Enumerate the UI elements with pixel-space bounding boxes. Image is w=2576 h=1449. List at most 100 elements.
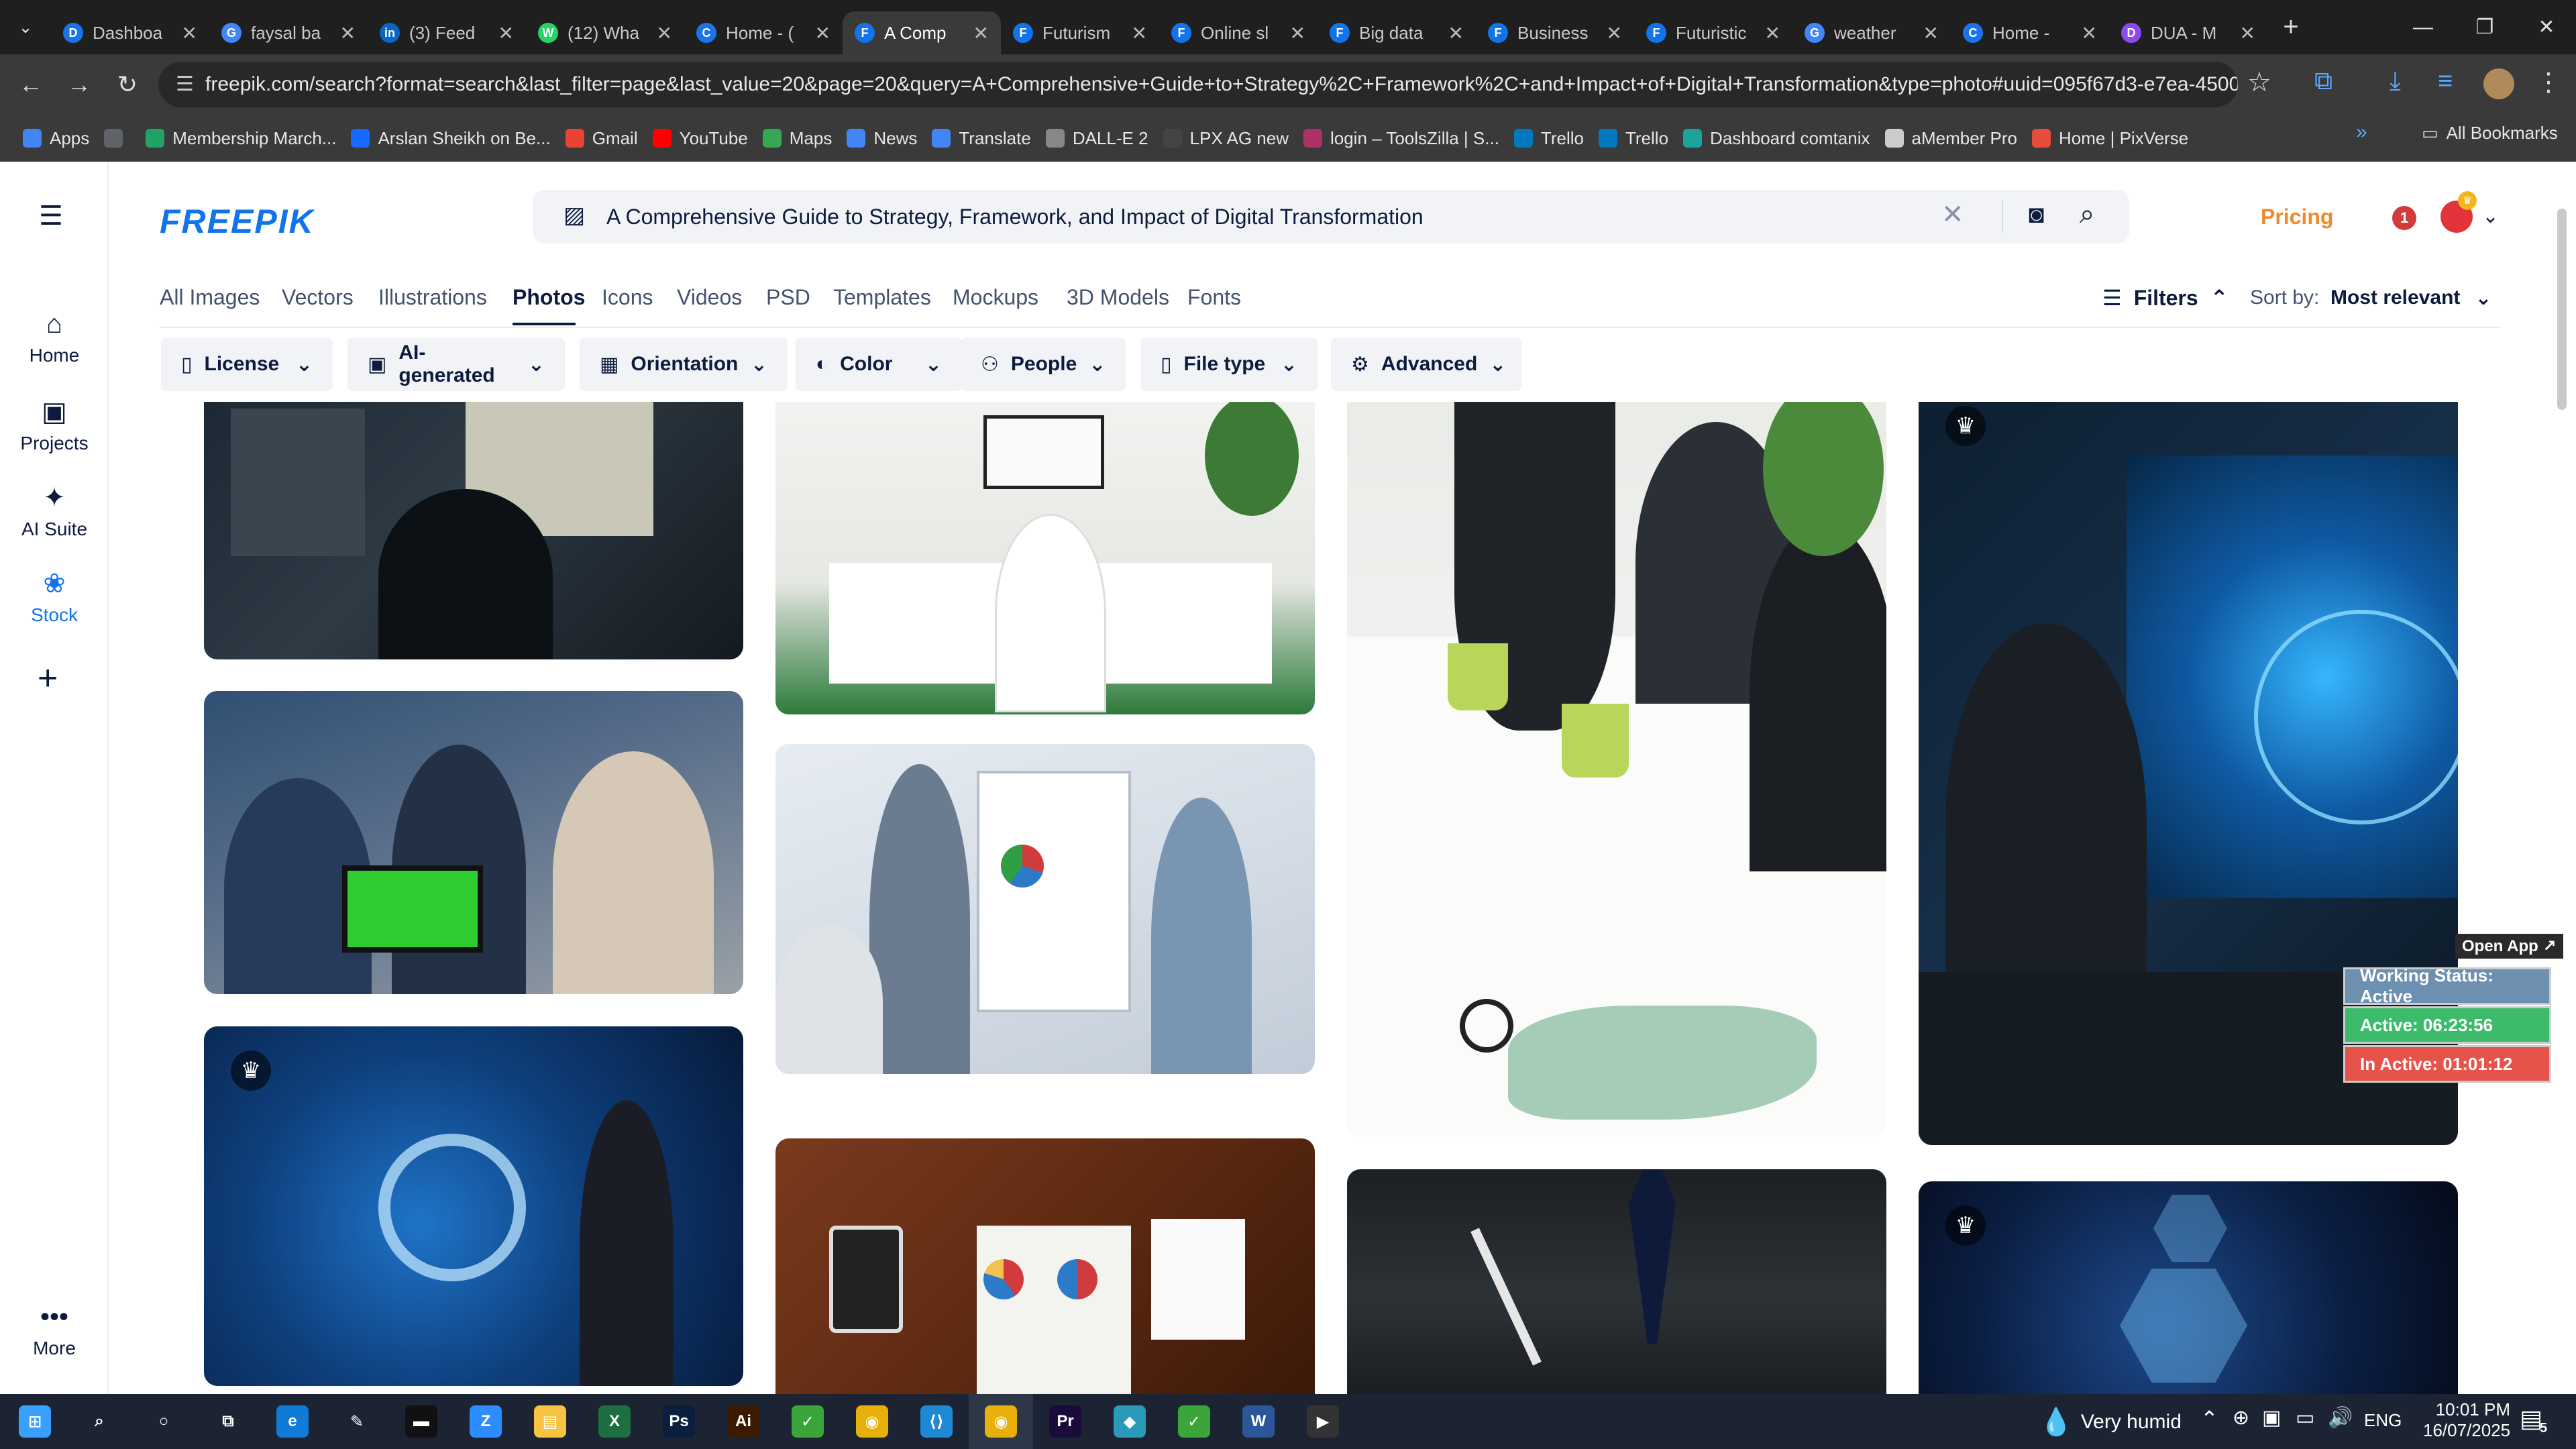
- extensions-icon[interactable]: ⧉: [2314, 67, 2332, 96]
- tab-close-icon[interactable]: ✕: [1607, 22, 1622, 44]
- tab-close-icon[interactable]: ✕: [182, 22, 197, 44]
- photo-card[interactable]: [1347, 402, 1886, 1137]
- filter-license[interactable]: ▯ License ⌄: [161, 337, 333, 391]
- taskbar-app-green2[interactable]: ✓: [1162, 1394, 1226, 1449]
- tab-close-icon[interactable]: ✕: [1448, 22, 1464, 44]
- tray-volume-icon[interactable]: 🔊: [2328, 1406, 2353, 1430]
- bookmark-item[interactable]: Arslan Sheikh on Be...: [351, 128, 551, 149]
- taskbar-app-teal[interactable]: ◆: [1097, 1394, 1162, 1449]
- bookmark-item[interactable]: Home | PixVerse: [2032, 128, 2188, 149]
- search-input[interactable]: A Comprehensive Guide to Strategy, Frame…: [606, 205, 1424, 229]
- tab-icons[interactable]: Icons: [602, 285, 653, 310]
- tab-fonts[interactable]: Fonts: [1187, 285, 1241, 310]
- bookmark-item[interactable]: Trello: [1598, 128, 1668, 149]
- search-icon[interactable]: ⌕: [2080, 199, 2094, 229]
- filter-orientation[interactable]: ▦ Orientation ⌄: [580, 337, 788, 391]
- taskbar-chrome[interactable]: ◉: [840, 1394, 904, 1449]
- photo-card[interactable]: [1347, 1169, 1886, 1394]
- site-info-icon[interactable]: ☰: [176, 72, 194, 96]
- bookmark-star-icon[interactable]: ☆: [2247, 67, 2271, 98]
- add-icon[interactable]: +: [38, 658, 58, 698]
- taskbar-media[interactable]: ▶: [1291, 1394, 1355, 1449]
- profile-avatar[interactable]: [2483, 68, 2514, 99]
- browser-menu-icon[interactable]: ⋮: [2536, 67, 2561, 97]
- tab-photos[interactable]: Photos: [513, 285, 585, 310]
- taskbar-zoom[interactable]: Z: [453, 1394, 518, 1449]
- hamburger-menu-icon[interactable]: ☰: [39, 201, 63, 231]
- minimize-button[interactable]: —: [2392, 0, 2454, 54]
- filter-color[interactable]: ◐ Color ⌄: [796, 337, 962, 391]
- tab-illustrations[interactable]: Illustrations: [378, 285, 487, 310]
- filter-file-type[interactable]: ▯ File type ⌄: [1140, 337, 1318, 391]
- filters-toggle[interactable]: ☰ Filters ⌃: [2102, 285, 2229, 311]
- browser-tab[interactable]: C Home - ✕: [1951, 11, 2109, 54]
- nav-item-projects[interactable]: ▣ Projects: [0, 396, 109, 454]
- clock[interactable]: 10:01 PM 16/07/2025: [2423, 1399, 2510, 1441]
- maximize-button[interactable]: ❐: [2454, 0, 2516, 54]
- browser-tab[interactable]: W (12) Wha ✕: [526, 11, 684, 54]
- taskbar-start[interactable]: ⊞: [3, 1394, 67, 1449]
- tray-camera-icon[interactable]: ▣: [2262, 1406, 2281, 1430]
- page-scrollbar[interactable]: [2557, 209, 2567, 410]
- taskbar-word[interactable]: W: [1226, 1394, 1291, 1449]
- tab-search-button[interactable]: ⌄: [0, 0, 51, 54]
- taskbar-explorer[interactable]: ▤: [518, 1394, 582, 1449]
- bookmark-item[interactable]: [104, 129, 131, 148]
- notification-bell-icon[interactable]: 1: [2392, 206, 2416, 230]
- language-indicator[interactable]: ENG: [2364, 1410, 2402, 1431]
- tab-close-icon[interactable]: ✕: [815, 22, 830, 44]
- taskbar-terminal[interactable]: ▬: [389, 1394, 453, 1449]
- close-window-button[interactable]: ✕: [2516, 0, 2576, 54]
- bookmark-item[interactable]: Maps: [762, 128, 832, 149]
- image-type-icon[interactable]: ▨: [564, 202, 585, 229]
- back-button[interactable]: ←: [7, 60, 55, 109]
- filter-advanced[interactable]: ⚙ Advanced ⌄: [1331, 337, 1521, 391]
- bookmark-item[interactable]: Gmail: [565, 128, 638, 149]
- taskbar-premiere[interactable]: Pr: [1033, 1394, 1097, 1449]
- taskbar-edge[interactable]: e: [260, 1394, 325, 1449]
- bookmark-item[interactable]: Apps: [23, 128, 89, 149]
- browser-tab[interactable]: G weather ✕: [1792, 11, 1951, 54]
- all-bookmarks-button[interactable]: ▭ All Bookmarks: [2422, 123, 2558, 144]
- bookmark-item[interactable]: News: [847, 128, 917, 149]
- bookmark-item[interactable]: Translate: [932, 128, 1031, 149]
- taskbar-photoshop[interactable]: Ps: [647, 1394, 711, 1449]
- browser-tab[interactable]: F Online sl ✕: [1159, 11, 1318, 54]
- browser-tab[interactable]: in (3) Feed ✕: [368, 11, 526, 54]
- tab-videos[interactable]: Videos: [677, 285, 742, 310]
- bookmark-item[interactable]: LPX AG new: [1163, 128, 1289, 149]
- camera-search-icon[interactable]: ◙: [2029, 201, 2044, 229]
- bookmarks-overflow-icon[interactable]: »: [2356, 121, 2367, 144]
- tab-psd[interactable]: PSD: [766, 285, 810, 310]
- more-nav-item[interactable]: ••• More: [0, 1302, 109, 1359]
- filter-people[interactable]: ⚇ People ⌄: [961, 337, 1126, 391]
- photo-card[interactable]: ♛: [1919, 1181, 2458, 1394]
- taskbar-vscode[interactable]: ⟨⟩: [904, 1394, 969, 1449]
- pricing-link[interactable]: Pricing: [2261, 205, 2333, 229]
- bookmark-item[interactable]: DALL-E 2: [1045, 128, 1148, 149]
- notification-center-icon[interactable]: ▤: [2520, 1405, 2542, 1433]
- browser-tab[interactable]: F Big data ✕: [1318, 11, 1476, 54]
- taskbar-app-green[interactable]: ✓: [775, 1394, 840, 1449]
- tab-close-icon[interactable]: ✕: [2240, 22, 2255, 44]
- browser-tab[interactable]: D Dashboa ✕: [51, 11, 209, 54]
- photo-card[interactable]: ♛: [204, 1026, 743, 1386]
- open-app-link[interactable]: Open App ↗: [2455, 934, 2563, 959]
- account-chevron-icon[interactable]: ⌄: [2482, 205, 2499, 228]
- taskbar-chrome-active[interactable]: ◉: [969, 1394, 1033, 1449]
- search-bar[interactable]: ▨ A Comprehensive Guide to Strategy, Fra…: [533, 190, 2129, 244]
- downloads-icon[interactable]: ⤓: [2390, 67, 2401, 96]
- photo-card[interactable]: [775, 744, 1315, 1074]
- tray-meet-icon[interactable]: ⊕: [2233, 1406, 2249, 1430]
- bookmark-item[interactable]: Trello: [1513, 128, 1584, 149]
- browser-tab[interactable]: F Futurism ✕: [1001, 11, 1159, 54]
- tab-close-icon[interactable]: ✕: [1765, 22, 1780, 44]
- bookmark-item[interactable]: login – ToolsZilla | S...: [1303, 128, 1499, 149]
- tab-close-icon[interactable]: ✕: [498, 22, 514, 44]
- taskbar-task-view[interactable]: ⧉: [196, 1394, 260, 1449]
- tab-vectors[interactable]: Vectors: [282, 285, 354, 310]
- reading-list-icon[interactable]: ≡: [2438, 67, 2453, 96]
- bookmark-item[interactable]: aMember Pro: [1884, 128, 2017, 149]
- taskbar-pen[interactable]: ✎: [325, 1394, 389, 1449]
- weather-widget[interactable]: 💧 Very humid: [2039, 1406, 2182, 1438]
